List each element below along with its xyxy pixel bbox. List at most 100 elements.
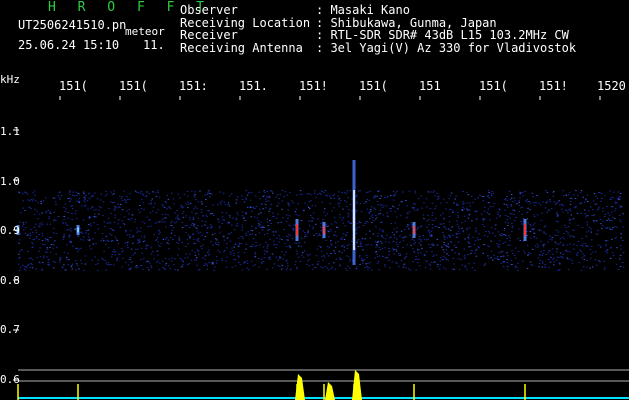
noise-pixel xyxy=(254,252,256,254)
noise-pixel xyxy=(342,217,345,219)
noise-pixel xyxy=(618,257,621,259)
noise-pixel xyxy=(246,262,249,264)
noise-pixel xyxy=(422,235,425,236)
noise-pixel xyxy=(529,202,532,204)
noise-pixel xyxy=(63,216,65,217)
noise-pixel xyxy=(549,201,551,203)
noise-pixel xyxy=(312,268,314,270)
noise-pixel xyxy=(185,245,187,247)
noise-pixel xyxy=(70,241,72,243)
noise-pixel xyxy=(95,243,97,244)
noise-pixel xyxy=(371,217,374,219)
noise-pixel xyxy=(432,243,434,245)
noise-pixel xyxy=(158,229,160,231)
noise-pixel xyxy=(233,254,235,256)
noise-pixel xyxy=(85,230,88,232)
noise-pixel xyxy=(182,211,185,213)
noise-pixel xyxy=(121,251,123,253)
noise-pixel xyxy=(498,243,500,245)
noise-pixel xyxy=(266,233,269,235)
noise-pixel xyxy=(590,253,592,255)
noise-pixel xyxy=(468,227,471,229)
noise-pixel xyxy=(584,243,587,244)
noise-pixel xyxy=(311,263,314,265)
noise-pixel xyxy=(534,202,536,204)
noise-pixel xyxy=(447,243,449,245)
noise-pixel xyxy=(511,250,513,252)
noise-pixel xyxy=(82,239,85,241)
noise-pixel xyxy=(155,211,158,213)
noise-pixel xyxy=(200,211,203,213)
noise-pixel xyxy=(346,232,348,234)
noise-pixel xyxy=(261,262,263,264)
noise-pixel xyxy=(327,231,330,233)
noise-pixel xyxy=(53,211,55,213)
noise-pixel xyxy=(468,214,471,216)
noise-pixel xyxy=(339,238,342,240)
noise-pixel xyxy=(250,216,253,218)
noise-pixel xyxy=(227,233,229,235)
noise-pixel xyxy=(603,260,605,262)
noise-pixel xyxy=(315,233,318,234)
noise-pixel xyxy=(453,268,455,270)
noise-pixel xyxy=(380,221,383,223)
noise-pixel xyxy=(335,258,337,260)
noise-pixel xyxy=(381,242,383,244)
noise-pixel xyxy=(187,257,189,258)
noise-pixel xyxy=(426,220,428,222)
noise-pixel xyxy=(281,208,283,210)
noise-pixel xyxy=(371,214,374,216)
noise-pixel xyxy=(507,222,509,224)
noise-pixel xyxy=(82,191,85,193)
noise-pixel xyxy=(62,267,64,269)
noise-pixel xyxy=(149,262,151,264)
noise-pixel xyxy=(22,225,24,227)
noise-pixel xyxy=(601,227,603,229)
noise-pixel xyxy=(182,260,184,262)
noise-pixel xyxy=(458,268,461,270)
noise-pixel xyxy=(529,261,532,263)
noise-pixel xyxy=(185,215,187,217)
noise-pixel xyxy=(206,216,208,218)
noise-pixel xyxy=(367,269,369,271)
noise-pixel xyxy=(445,208,447,210)
noise-pixel xyxy=(206,263,208,265)
noise-pixel xyxy=(443,225,445,227)
noise-pixel xyxy=(313,192,316,194)
noise-pixel xyxy=(299,193,301,195)
noise-pixel xyxy=(36,236,38,237)
noise-pixel xyxy=(549,250,551,252)
noise-pixel xyxy=(54,261,57,263)
noise-pixel xyxy=(266,268,268,270)
noise-pixel xyxy=(341,244,344,246)
noise-pixel xyxy=(376,262,379,264)
noise-pixel xyxy=(367,191,369,193)
noise-pixel xyxy=(355,232,358,234)
noise-pixel xyxy=(379,204,382,206)
noise-pixel xyxy=(152,251,154,253)
noise-pixel xyxy=(549,238,551,240)
noise-pixel xyxy=(175,221,178,223)
noise-pixel xyxy=(596,197,599,199)
meteor-echo-core xyxy=(323,226,325,234)
noise-pixel xyxy=(542,253,544,255)
noise-pixel xyxy=(529,209,531,211)
noise-pixel xyxy=(271,215,274,217)
noise-pixel xyxy=(186,239,189,241)
noise-pixel xyxy=(154,203,156,205)
noise-pixel xyxy=(614,210,616,212)
noise-pixel xyxy=(394,211,396,213)
noise-pixel xyxy=(68,229,70,231)
noise-pixel xyxy=(268,197,270,199)
noise-pixel xyxy=(266,190,268,192)
noise-pixel xyxy=(323,256,325,258)
noise-pixel xyxy=(349,204,352,206)
noise-pixel xyxy=(212,214,215,216)
noise-pixel xyxy=(548,209,550,211)
noise-pixel xyxy=(449,208,452,210)
noise-pixel xyxy=(249,205,251,207)
noise-pixel xyxy=(565,230,568,232)
noise-pixel xyxy=(214,233,216,235)
noise-pixel xyxy=(543,232,545,234)
noise-pixel xyxy=(316,248,319,250)
